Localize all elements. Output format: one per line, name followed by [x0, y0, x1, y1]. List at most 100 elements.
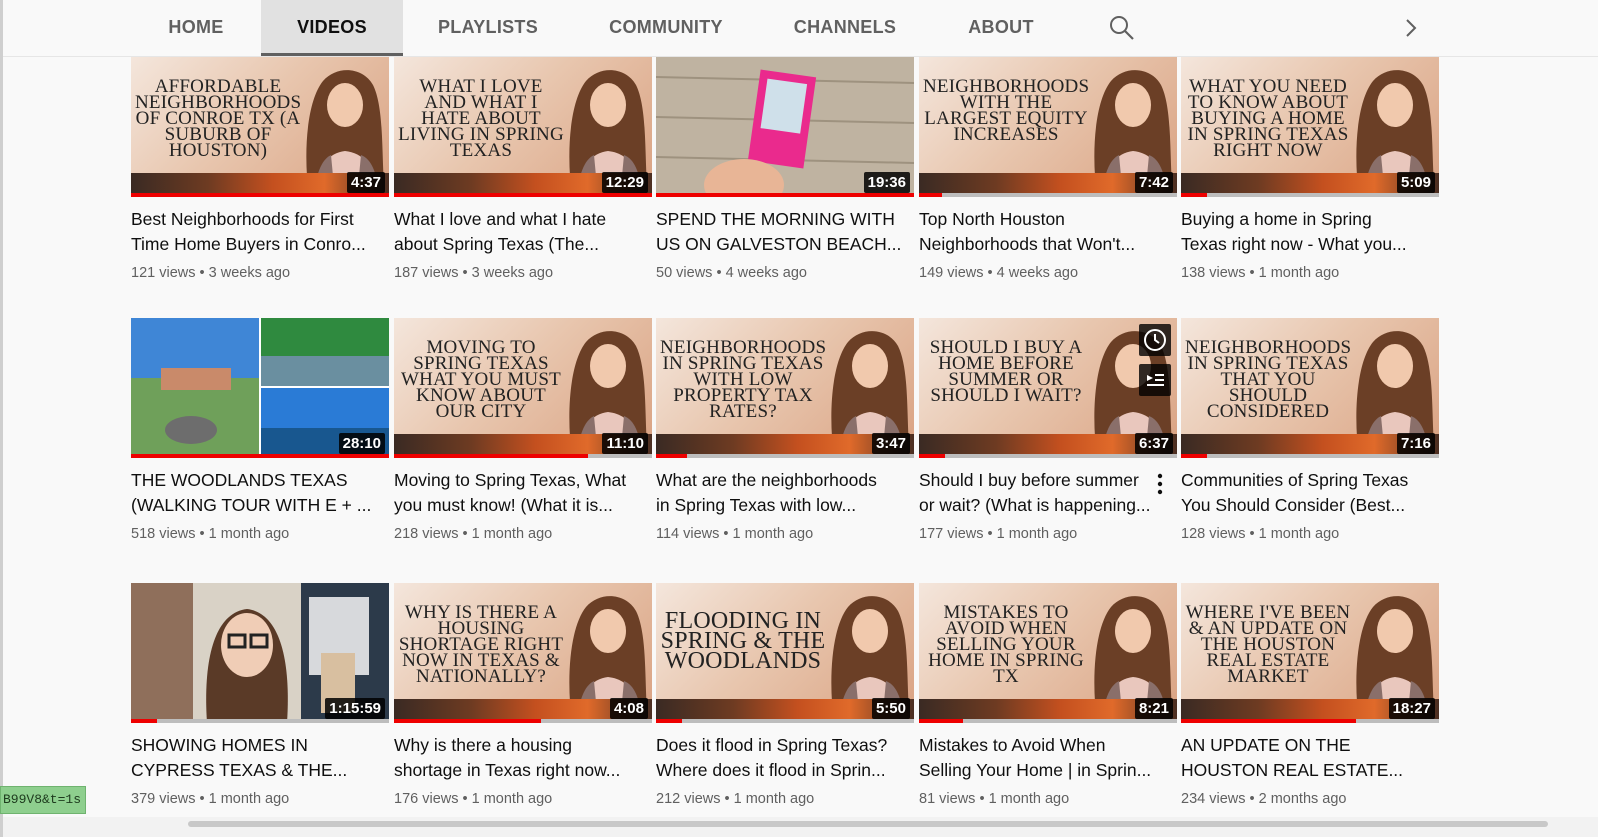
watch-progress-bar: [1181, 454, 1439, 458]
video-title[interactable]: Communities of Spring Texas You Should Co…: [1181, 468, 1431, 518]
duration-badge: 12:29: [601, 172, 648, 193]
more-vert-icon[interactable]: [1153, 472, 1167, 496]
search-icon[interactable]: [1107, 13, 1137, 43]
watch-progress-fill: [919, 193, 942, 197]
video-title-line: Where does it flood in Sprin...: [656, 760, 886, 780]
video-card[interactable]: WHY IS THERE A HOUSING SHORTAGE RIGHT NO…: [394, 583, 652, 807]
clock-icon[interactable]: [1139, 324, 1171, 356]
video-thumbnail[interactable]: AFFORDABLE NEIGHBORHOODS OF CONROE TX (A…: [131, 57, 389, 197]
video-card[interactable]: MISTAKES TO AVOID WHEN SELLING YOUR HOME…: [919, 583, 1177, 807]
video-metadata: 177 views • 1 month ago: [919, 526, 1177, 542]
tab-about[interactable]: ABOUT: [951, 0, 1051, 56]
video-title-line: Moving to Spring Texas, What: [394, 470, 627, 490]
video-card[interactable]: 1:15:59 SHOWING HOMES IN CYPRESS TEXAS & T…: [131, 583, 389, 807]
video-card[interactable]: AFFORDABLE NEIGHBORHOODS OF CONROE TX (A…: [131, 57, 389, 281]
video-card[interactable]: NEIGHBORHOODS WITH THE LARGEST EQUITY IN…: [919, 57, 1177, 281]
video-metadata: 149 views • 4 weeks ago: [919, 265, 1177, 281]
video-thumbnail[interactable]: 1:15:59: [131, 583, 389, 723]
video-thumbnail[interactable]: 28:10: [131, 318, 389, 458]
upload-age: 1 month ago: [208, 526, 290, 542]
tab-channels[interactable]: CHANNELS: [779, 0, 911, 56]
video-title[interactable]: AN UPDATE ON THE HOUSTON REAL ESTATE...: [1181, 733, 1431, 783]
view-count: 212 views: [656, 791, 721, 807]
video-title[interactable]: Best Neighborhoods for First Time Home Bu…: [131, 207, 381, 257]
thumbnail-text: AFFORDABLE NEIGHBORHOODS OF CONROE TX (A…: [135, 76, 302, 161]
video-thumbnail[interactable]: MOVING TO SPRING TEXAS WHAT YOU MUST KNO…: [394, 318, 652, 458]
video-title[interactable]: What I love and what I hate about Spring …: [394, 207, 644, 257]
meta-separator: •: [975, 791, 989, 807]
upload-age: 4 weeks ago: [996, 265, 1079, 281]
video-thumbnail[interactable]: 19:36: [656, 57, 914, 197]
meta-separator: •: [458, 526, 472, 542]
upload-age: 1 month ago: [996, 526, 1078, 542]
video-title[interactable]: SHOWING HOMES IN CYPRESS TEXAS & THE...: [131, 733, 381, 783]
view-count: 218 views: [394, 526, 459, 542]
video-card[interactable]: WHAT YOU NEED TO KNOW ABOUT BUYING A HOM…: [1181, 57, 1439, 281]
video-card[interactable]: NEIGHBORHOODS IN SPRING TEXAS WITH LOW P…: [656, 318, 914, 542]
video-card[interactable]: NEIGHBORHOODS IN SPRING TEXAS THAT YOU S…: [1181, 318, 1439, 542]
video-title[interactable]: Does it flood in Spring Texas? Where does…: [656, 733, 906, 783]
queue-icon[interactable]: [1139, 364, 1171, 396]
horizontal-scrollbar[interactable]: [3, 817, 1598, 837]
video-card[interactable]: FLOODING IN SPRING & THE WOODLANDS 5:50 Do…: [656, 583, 914, 807]
video-title[interactable]: SPEND THE MORNING WITH US ON GALVESTON BE…: [656, 207, 906, 257]
meta-separator: •: [983, 265, 997, 281]
thumbnail-text: WHERE I'VE BEEN & AN UPDATE ON THE HOUST…: [1185, 602, 1351, 687]
video-title-line: US ON GALVESTON BEACH...: [656, 234, 902, 254]
view-count: 128 views: [1181, 526, 1246, 542]
video-title-line: Time Home Buyers in Conro...: [131, 234, 366, 254]
video-card[interactable]: WHERE I'VE BEEN & AN UPDATE ON THE HOUST…: [1181, 583, 1439, 807]
upload-age: 1 month ago: [471, 791, 553, 807]
watch-progress-fill: [919, 454, 945, 458]
tab-community[interactable]: COMMUNITY: [593, 0, 739, 56]
video-title[interactable]: Buying a home in Spring Texas right now -…: [1181, 207, 1431, 257]
video-thumbnail[interactable]: WHY IS THERE A HOUSING SHORTAGE RIGHT NO…: [394, 583, 652, 723]
video-thumbnail[interactable]: WHAT YOU NEED TO KNOW ABOUT BUYING A HOM…: [1181, 57, 1439, 197]
tab-playlists[interactable]: PLAYLISTS: [423, 0, 553, 56]
video-card[interactable]: MOVING TO SPRING TEXAS WHAT YOU MUST KNO…: [394, 318, 652, 542]
upload-age: 1 month ago: [1258, 265, 1340, 281]
video-title-line: THE WOODLANDS TEXAS: [131, 470, 348, 490]
tab-home[interactable]: HOME: [143, 0, 249, 56]
video-title-line: Texas right now - What you...: [1181, 234, 1407, 254]
video-thumbnail[interactable]: NEIGHBORHOODS IN SPRING TEXAS WITH LOW P…: [656, 318, 914, 458]
video-thumbnail[interactable]: MISTAKES TO AVOID WHEN SELLING YOUR HOME…: [919, 583, 1177, 723]
video-title[interactable]: Top North Houston Neighborhoods that Won'…: [919, 207, 1169, 257]
video-thumbnail[interactable]: NEIGHBORHOODS WITH THE LARGEST EQUITY IN…: [919, 57, 1177, 197]
video-title-line: Should I buy before summer: [919, 470, 1139, 490]
scrollbar-thumb[interactable]: [188, 821, 1548, 827]
video-title[interactable]: Mistakes to Avoid When Selling Your Home …: [919, 733, 1169, 783]
video-thumbnail[interactable]: SHOULD I BUY A HOME BEFORE SUMMER OR SHO…: [919, 318, 1177, 458]
video-card[interactable]: 19:36 SPEND THE MORNING WITH US ON GALVEST…: [656, 57, 914, 281]
video-thumbnail[interactable]: WHAT I LOVE AND WHAT I HATE ABOUT LIVING…: [394, 57, 652, 197]
video-grid: AFFORDABLE NEIGHBORHOODS OF CONROE TX (A…: [0, 57, 1598, 817]
video-card[interactable]: WHAT I LOVE AND WHAT I HATE ABOUT LIVING…: [394, 57, 652, 281]
chevron-right-icon[interactable]: [1396, 13, 1426, 43]
video-thumbnail[interactable]: WHERE I'VE BEEN & AN UPDATE ON THE HOUST…: [1181, 583, 1439, 723]
watch-progress-fill: [394, 193, 652, 197]
thumbnail-text: NEIGHBORHOODS IN SPRING TEXAS THAT YOU S…: [1185, 337, 1352, 422]
video-title[interactable]: Why is there a housing shortage in Texas …: [394, 733, 644, 783]
tab-videos[interactable]: VIDEOS: [261, 0, 403, 56]
video-metadata: 234 views • 2 months ago: [1181, 791, 1439, 807]
meta-separator: •: [719, 526, 733, 542]
video-title[interactable]: Moving to Spring Texas, What you must kno…: [394, 468, 644, 518]
watch-progress-bar: [131, 719, 389, 723]
video-card[interactable]: 28:10 THE WOODLANDS TEXAS (WALKING TOUR WI…: [131, 318, 389, 542]
video-title-line: AN UPDATE ON THE: [1181, 735, 1351, 755]
view-count: 234 views: [1181, 791, 1246, 807]
video-thumbnail[interactable]: FLOODING IN SPRING & THE WOODLANDS 5:50: [656, 583, 914, 723]
meta-separator: •: [195, 791, 209, 807]
video-title[interactable]: Should I buy before summer or wait? (What…: [919, 468, 1169, 518]
video-card[interactable]: SHOULD I BUY A HOME BEFORE SUMMER OR SHO…: [919, 318, 1177, 542]
video-thumbnail[interactable]: NEIGHBORHOODS IN SPRING TEXAS THAT YOU S…: [1181, 318, 1439, 458]
video-title-line: SHOWING HOMES IN: [131, 735, 308, 755]
video-title-line: Top North Houston: [919, 209, 1065, 229]
video-title[interactable]: What are the neighborhoods in Spring Texa…: [656, 468, 906, 518]
video-title[interactable]: THE WOODLANDS TEXAS (WALKING TOUR WITH E …: [131, 468, 381, 518]
watch-progress-bar: [656, 193, 914, 197]
video-metadata: 379 views • 1 month ago: [131, 791, 389, 807]
watch-progress-fill: [656, 719, 682, 723]
duration-badge: 5:09: [1396, 172, 1435, 193]
watch-progress-fill: [1181, 719, 1356, 723]
